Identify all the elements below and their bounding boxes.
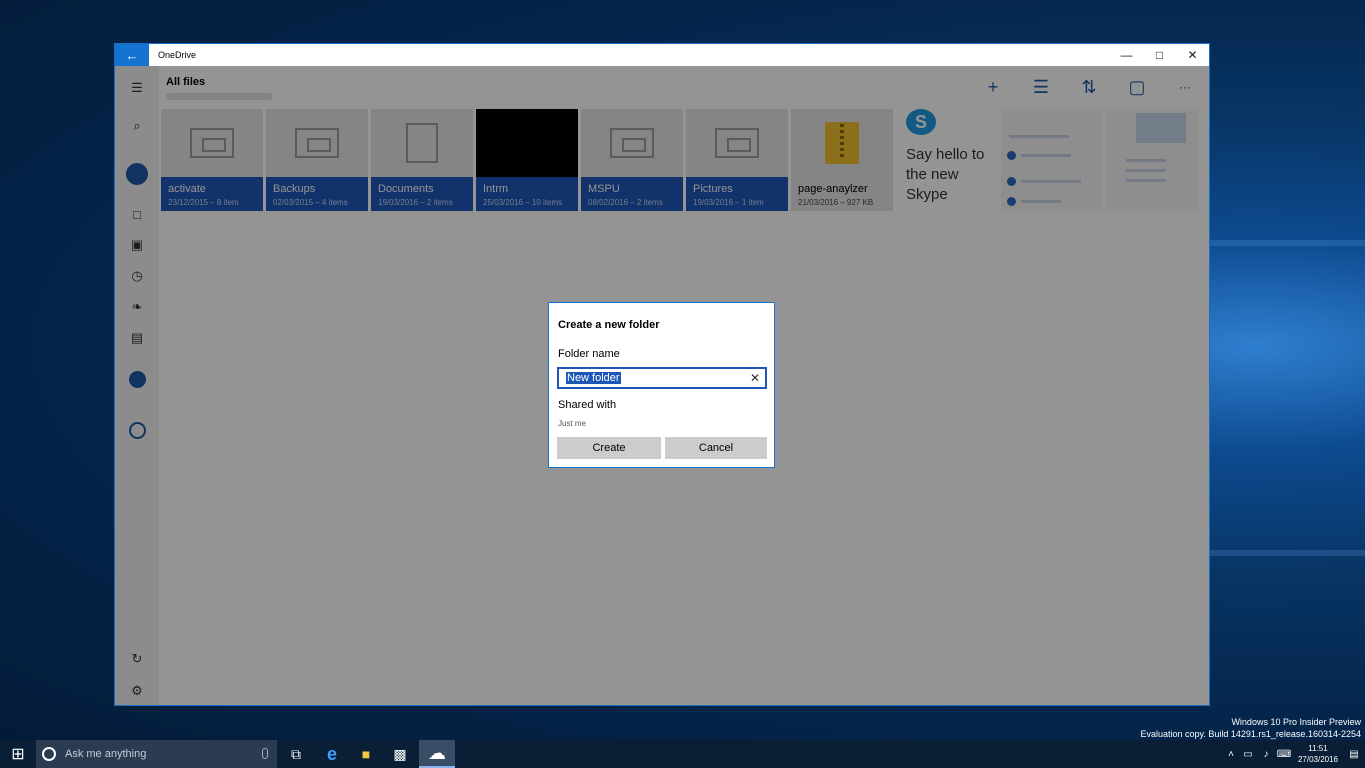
folder-name-input[interactable]: New folder ✕ — [557, 367, 767, 389]
title-bar: ← OneDrive — □ ✕ — [115, 44, 1209, 66]
dialog-title: Create a new folder — [558, 319, 660, 331]
watermark-line-1: Windows 10 Pro Insider Preview — [1231, 717, 1361, 727]
back-button[interactable]: ← — [115, 44, 149, 66]
desktop-light-beam — [1210, 550, 1365, 556]
cancel-button[interactable]: Cancel — [665, 437, 767, 459]
minimize-button[interactable]: — — [1110, 44, 1143, 66]
start-windows-icon[interactable]: ⊞ — [0, 740, 36, 768]
desktop-light-beam — [1210, 240, 1365, 246]
create-folder-dialog: Create a new folder Folder name New fold… — [548, 302, 775, 468]
cortana-search-box[interactable]: Ask me anything — [36, 740, 277, 768]
system-tray: ˄ ▭ ♪ ⌨ 11:51 27/03/2016 ▤ — [1223, 740, 1365, 768]
file-explorer-icon[interactable]: ■ — [350, 740, 382, 768]
watermark-line-2: Evaluation copy. Build 14291.rs1_release… — [1140, 729, 1362, 739]
network-icon[interactable]: ▭ — [1239, 749, 1257, 760]
taskbar: ⊞ Ask me anything ⧉ e ■ ▩ ☁ ˄ ▭ ♪ ⌨ 11:5… — [0, 740, 1365, 768]
volume-icon[interactable]: ♪ — [1257, 749, 1275, 760]
edge-browser-icon[interactable]: e — [316, 740, 348, 768]
folder-name-label: Folder name — [558, 348, 620, 360]
store-icon[interactable]: ▩ — [384, 740, 416, 768]
clock-date: 27/03/2016 — [1297, 755, 1339, 764]
maximize-button[interactable]: □ — [1143, 44, 1176, 66]
clock[interactable]: 11:51 27/03/2016 — [1293, 743, 1343, 765]
close-button[interactable]: ✕ — [1176, 44, 1209, 66]
keyboard-lang-icon[interactable]: ⌨ — [1275, 749, 1293, 760]
clear-input-icon[interactable]: ✕ — [750, 371, 760, 385]
create-button[interactable]: Create — [557, 437, 661, 459]
back-arrow-icon: ← — [125, 47, 139, 63]
search-placeholder: Ask me anything — [65, 748, 147, 760]
shared-with-label: Shared with — [558, 399, 617, 411]
shared-with-value: Just me — [558, 419, 587, 428]
tray-expand-icon[interactable]: ˄ — [1223, 749, 1239, 760]
action-center-icon[interactable]: ▤ — [1343, 749, 1365, 760]
folder-name-value: New folder — [566, 372, 621, 384]
cortana-circle-icon — [42, 747, 56, 761]
windows-watermark: Windows 10 Pro Insider Preview Evaluatio… — [1141, 716, 1362, 740]
window-title: OneDrive — [158, 50, 197, 60]
microphone-icon[interactable] — [262, 748, 268, 759]
task-view-icon[interactable]: ⧉ — [280, 740, 312, 768]
window-controls: — □ ✕ — [1110, 44, 1209, 66]
clock-time: 11:51 — [1308, 744, 1328, 753]
onedrive-taskbar-icon[interactable]: ☁ — [419, 740, 455, 768]
